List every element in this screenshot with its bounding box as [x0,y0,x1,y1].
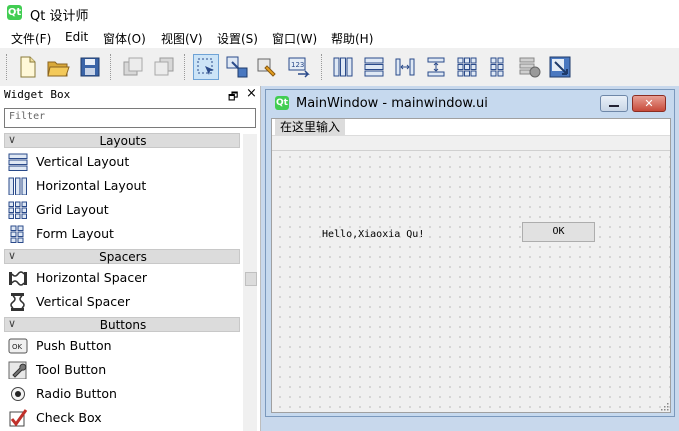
break-layout-icon[interactable] [516,54,542,80]
save-icon[interactable] [77,54,103,80]
radio-button-icon [11,387,25,401]
toolbar-handle[interactable] [6,54,7,80]
layout-vertical-splitter-icon[interactable] [423,54,449,80]
widget-item-grid-layout[interactable]: Grid Layout [8,198,240,222]
form-canvas[interactable]: 在这里输入 Hello,Xiaoxia Qu! OK [271,118,671,413]
layout-horizontal-icon[interactable] [330,54,356,80]
widget-box-panel: Widget Box 🗗 × Filter ∨ Layouts Vertical… [0,86,261,431]
minimize-icon [609,105,619,107]
minimize-button[interactable] [600,95,628,112]
widget-item-label: Horizontal Layout [36,178,147,193]
ok-button[interactable]: OK [522,222,595,242]
widget-item-horizontal-layout[interactable]: Horizontal Layout [8,174,240,198]
toolbar-separator [110,54,111,80]
layout-form-icon[interactable] [485,54,511,80]
edit-buddies-icon[interactable] [255,54,281,80]
close-window-button[interactable]: ✕ [632,95,666,112]
widget-item-form-layout[interactable]: Form Layout [8,222,240,246]
edit-widgets-icon[interactable] [193,54,219,80]
menu-help[interactable]: 帮助(H) [331,30,373,47]
menu-settings[interactable]: 设置(S) [217,30,258,47]
type-here-menu[interactable]: 在这里输入 [275,119,346,135]
app-title: Qt 设计师 [30,9,89,24]
widget-item-label: Vertical Spacer [36,294,130,309]
qt-logo-icon: Qt [275,96,289,110]
check-box-icon [9,409,28,427]
menu-file[interactable]: 文件(F) [11,30,51,47]
horizontal-spacer-icon [9,271,27,286]
resize-grip-icon[interactable] [661,403,669,411]
app-titlebar: Qt Qt 设计师 [0,0,679,26]
toolbar-separator [184,54,185,80]
float-panel-icon[interactable]: 🗗 [228,88,238,107]
menubar: 文件(F) Edit 窗体(O) 视图(V) 设置(S) 窗口(W) 帮助(H) [0,26,679,48]
widget-item-label: Horizontal Spacer [36,270,148,285]
layout-vertical-icon[interactable] [361,54,387,80]
scrollbar-thumb[interactable] [245,272,257,286]
qt-logo-icon: Qt [7,5,22,20]
widget-item-label: Check Box [36,410,102,425]
edit-signals-slots-icon[interactable] [224,54,250,80]
widget-item-vertical-spacer[interactable]: Vertical Spacer [8,290,240,314]
widget-item-push-button[interactable]: OK Push Button [8,334,240,358]
svg-text:OK: OK [12,343,23,351]
bring-to-front-icon[interactable] [151,54,177,80]
widget-item-label: Vertical Layout [36,154,130,169]
widget-item-radio-button[interactable]: Radio Button [8,382,240,406]
category-spacers[interactable]: ∨ Spacers [4,249,240,264]
widget-item-label: Form Layout [36,226,114,241]
category-label: Spacers [99,250,147,264]
form-layout-icon [10,225,24,243]
close-icon: ✕ [644,97,654,110]
category-layouts[interactable]: ∨ Layouts [4,133,240,148]
widget-item-horizontal-spacer[interactable]: Horizontal Spacer [8,266,240,290]
hello-label[interactable]: Hello,Xiaoxia Qu! [322,229,424,240]
form-window[interactable]: Qt MainWindow - mainwindow.ui ✕ 在这里输入 He… [265,89,675,417]
widget-box-title: Widget Box [4,88,71,101]
close-panel-icon[interactable]: × [246,86,257,101]
new-file-icon[interactable] [14,54,40,80]
adjust-size-icon[interactable] [547,54,573,80]
widget-item-label: Radio Button [36,386,117,401]
menu-view[interactable]: 视图(V) [161,30,203,47]
send-to-back-icon[interactable] [120,54,146,80]
form-menubar: 在这里输入 [272,119,670,136]
horizontal-layout-icon [8,177,27,195]
widget-item-check-box[interactable]: Check Box [8,406,240,430]
form-toolbar-area [272,136,670,151]
form-window-title: MainWindow - mainwindow.ui [296,96,488,111]
svg-text:123: 123 [291,61,304,69]
filter-input[interactable]: Filter [4,108,256,128]
vertical-spacer-icon [10,293,25,311]
grid-layout-icon [8,201,27,219]
vertical-layout-icon [8,153,28,171]
category-buttons[interactable]: ∨ Buttons [4,317,240,332]
layout-horizontal-splitter-icon[interactable] [392,54,418,80]
widget-item-vertical-layout[interactable]: Vertical Layout [8,150,240,174]
widget-item-label: Grid Layout [36,202,109,217]
menu-form[interactable]: 窗体(O) [103,30,146,47]
edit-tab-order-icon[interactable]: 123 [286,54,312,80]
category-label: Layouts [99,134,147,148]
main-toolbar: 123 [0,48,679,87]
menu-window[interactable]: 窗口(W) [272,30,317,47]
tool-button-icon [8,361,27,379]
layout-grid-icon[interactable] [454,54,480,80]
widget-item-label: Tool Button [36,362,107,377]
widget-item-tool-button[interactable]: Tool Button [8,358,240,382]
category-label: Buttons [99,318,147,332]
toolbar-separator [321,54,322,80]
widget-item-label: Push Button [36,338,112,353]
menu-edit[interactable]: Edit [65,30,88,44]
open-folder-icon[interactable] [45,54,71,80]
push-button-icon: OK [8,338,28,354]
